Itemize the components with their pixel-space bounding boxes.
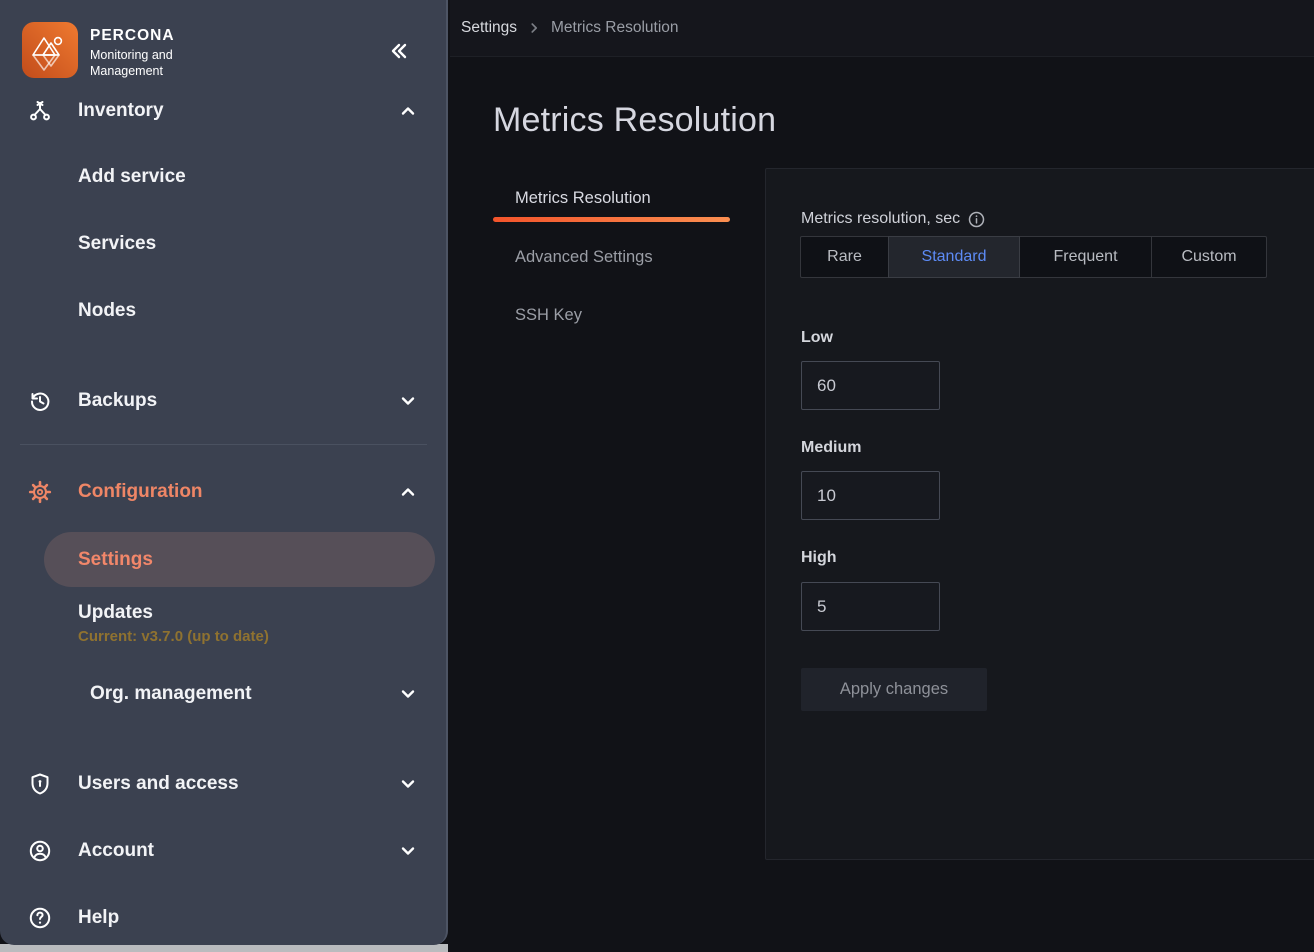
sidebar-item-configuration[interactable]: Configuration bbox=[0, 470, 446, 514]
sidebar-divider bbox=[20, 444, 427, 445]
sidebar-item-label: Services bbox=[78, 233, 156, 255]
sidebar-item-label: Org. management bbox=[90, 683, 252, 705]
sidebar-item-label: Updates bbox=[78, 602, 153, 624]
brand-subtitle: Monitoring and Management bbox=[90, 47, 200, 80]
page-title: Metrics Resolution bbox=[493, 101, 776, 140]
version-status-text: Current: v3.7.0 (up to date) bbox=[78, 628, 269, 645]
high-input[interactable] bbox=[801, 582, 940, 631]
share-nodes-icon bbox=[28, 99, 52, 123]
sidebar-item-account[interactable]: Account bbox=[0, 829, 446, 873]
sidebar-item-settings-active[interactable]: Settings bbox=[44, 532, 435, 587]
double-chevron-left-icon bbox=[386, 39, 410, 63]
chevron-down-icon bbox=[398, 684, 418, 704]
sidebar-item-label: Configuration bbox=[78, 481, 203, 503]
app-window: PERCONA Monitoring and Management Invent… bbox=[0, 0, 1314, 952]
preset-custom-button[interactable]: Custom bbox=[1151, 236, 1267, 278]
active-tab-indicator bbox=[493, 217, 730, 222]
percona-logo-icon[interactable] bbox=[22, 22, 78, 78]
chevron-down-icon bbox=[398, 841, 418, 861]
tab-advanced-settings[interactable]: Advanced Settings bbox=[515, 248, 653, 267]
sidebar-item-inventory[interactable]: Inventory bbox=[0, 89, 446, 133]
resolution-preset-group: Rare Standard Frequent Custom bbox=[800, 236, 1267, 278]
sidebar-item-label: Help bbox=[78, 907, 119, 929]
sidebar-item-label: Backups bbox=[78, 390, 157, 412]
collapse-sidebar-button[interactable] bbox=[383, 36, 413, 66]
chevron-down-icon bbox=[398, 774, 418, 794]
breadcrumb: Settings Metrics Resolution bbox=[450, 0, 1314, 57]
page-bottom-strip bbox=[0, 944, 448, 952]
medium-field-label: Medium bbox=[801, 439, 861, 457]
chevron-right-icon bbox=[527, 21, 541, 35]
info-icon[interactable] bbox=[968, 211, 985, 228]
tab-metrics-resolution[interactable]: Metrics Resolution bbox=[515, 189, 651, 208]
sidebar-item-label: Add service bbox=[78, 166, 186, 188]
brand-name: PERCONA bbox=[90, 27, 200, 45]
breadcrumb-current: Metrics Resolution bbox=[551, 19, 679, 37]
metrics-resolution-panel: Metrics resolution, sec Rare Standard Fr… bbox=[765, 168, 1314, 860]
apply-changes-button[interactable]: Apply changes bbox=[801, 668, 987, 711]
chevron-up-icon bbox=[398, 482, 418, 502]
low-input[interactable] bbox=[801, 361, 940, 410]
medium-input[interactable] bbox=[801, 471, 940, 520]
sidebar-item-updates[interactable]: Updates Current: v3.7.0 (up to date) bbox=[0, 598, 446, 654]
sidebar-item-label: Nodes bbox=[78, 300, 136, 322]
metrics-resolution-section-label: Metrics resolution, sec bbox=[801, 210, 985, 228]
breadcrumb-settings-link[interactable]: Settings bbox=[461, 19, 517, 37]
preset-rare-button[interactable]: Rare bbox=[800, 236, 889, 278]
brand-header: PERCONA Monitoring and Management bbox=[0, 0, 448, 90]
preset-frequent-button[interactable]: Frequent bbox=[1019, 236, 1152, 278]
preset-standard-button[interactable]: Standard bbox=[888, 236, 1020, 278]
user-circle-icon bbox=[28, 839, 52, 863]
help-circle-icon bbox=[28, 906, 52, 930]
sidebar-item-add-service[interactable]: Add service bbox=[0, 155, 446, 199]
sidebar-item-label: Inventory bbox=[78, 100, 164, 122]
sidebar-item-label: Settings bbox=[78, 549, 153, 571]
sidebar-item-org-management[interactable]: Org. management bbox=[0, 672, 446, 716]
low-field-label: Low bbox=[801, 329, 833, 347]
chevron-up-icon bbox=[398, 101, 418, 121]
section-label-text: Metrics resolution, sec bbox=[801, 210, 960, 228]
history-icon bbox=[28, 389, 52, 413]
sidebar-item-label: Account bbox=[78, 840, 154, 862]
sidebar-item-backups[interactable]: Backups bbox=[0, 379, 446, 423]
tab-ssh-key[interactable]: SSH Key bbox=[515, 306, 582, 325]
sidebar-item-label: Users and access bbox=[78, 773, 239, 795]
sidebar: PERCONA Monitoring and Management Invent… bbox=[0, 0, 448, 945]
shield-lock-icon bbox=[28, 772, 52, 796]
high-field-label: High bbox=[801, 549, 837, 567]
sidebar-item-help[interactable]: Help bbox=[0, 896, 446, 940]
sidebar-item-services[interactable]: Services bbox=[0, 222, 446, 266]
chevron-down-icon bbox=[398, 391, 418, 411]
sidebar-item-nodes[interactable]: Nodes bbox=[0, 289, 446, 333]
gear-icon bbox=[28, 480, 52, 504]
main-content: Settings Metrics Resolution Metrics Reso… bbox=[450, 0, 1314, 952]
sidebar-item-users-and-access[interactable]: Users and access bbox=[0, 762, 446, 806]
brand-text: PERCONA Monitoring and Management bbox=[90, 27, 200, 80]
